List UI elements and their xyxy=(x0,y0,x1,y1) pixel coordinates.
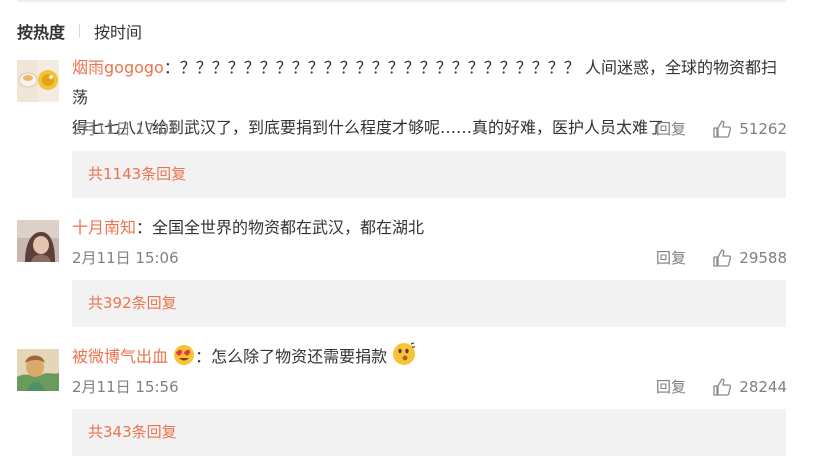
comment-username[interactable]: 十月南知 xyxy=(72,218,136,237)
comment-colon: ： xyxy=(136,218,153,237)
sort-by-hot-tab[interactable]: 按热度 xyxy=(17,19,65,43)
sort-separator xyxy=(79,24,81,38)
heart-eyes-emoji-icon xyxy=(173,344,195,376)
comment-timestamp: 2月11日 15:06 xyxy=(72,249,179,267)
like-count: 29588 xyxy=(739,249,787,267)
comment-colon: ： xyxy=(163,58,180,77)
comment-text: 十月南知：全国全世界的物资都在武汉，都在湖北 xyxy=(72,213,787,243)
comment-username[interactable]: 被微博气出血 xyxy=(72,347,168,366)
thumbs-up-icon xyxy=(713,120,732,138)
reply-button[interactable]: 回复 xyxy=(656,376,686,398)
comment-meta: 2月11日 17:08 回复 51262 xyxy=(72,118,787,140)
comment-username[interactable]: 烟雨gogogo xyxy=(72,58,164,77)
top-divider xyxy=(17,0,786,2)
avatar[interactable] xyxy=(17,60,59,102)
like-button[interactable]: 51262 xyxy=(713,118,787,140)
sort-by-time-tab[interactable]: 按时间 xyxy=(94,19,142,43)
sort-bar: 按热度 按时间 xyxy=(17,20,142,42)
like-button[interactable]: 28244 xyxy=(713,376,787,398)
view-replies-link[interactable]: 共343条回复 xyxy=(88,409,177,456)
comment-body: 怎么除了物资还需要捐款 xyxy=(211,347,388,366)
like-count: 51262 xyxy=(739,120,787,138)
comment-meta: 2月11日 15:06 回复 29588 xyxy=(72,247,787,269)
reply-summary-box: 共343条回复 xyxy=(72,409,786,456)
reply-summary-box: 共392条回复 xyxy=(72,280,786,327)
like-count: 28244 xyxy=(739,378,787,396)
comment-meta: 2月11日 15:56 回复 28244 xyxy=(72,376,787,398)
reply-button[interactable]: 回复 xyxy=(656,118,686,140)
comment-text: 被微博气出血 ：怎么除了物资还需要捐款 xyxy=(72,342,787,376)
reply-summary-box: 共1143条回复 xyxy=(72,151,786,198)
avatar[interactable] xyxy=(17,220,59,262)
view-replies-link[interactable]: 共1143条回复 xyxy=(88,151,186,198)
view-replies-link[interactable]: 共392条回复 xyxy=(88,280,177,327)
comment-timestamp: 2月11日 17:08 xyxy=(72,120,179,138)
thumbs-up-icon xyxy=(713,378,732,396)
comment-timestamp: 2月11日 15:56 xyxy=(72,378,179,396)
thumbs-up-icon xyxy=(713,249,732,267)
like-button[interactable]: 29588 xyxy=(713,247,787,269)
comment-colon: ： xyxy=(195,347,212,366)
avatar[interactable] xyxy=(17,349,59,391)
thinking-face-emoji-icon xyxy=(392,342,416,376)
comment-body: 全国全世界的物资都在武汉，都在湖北 xyxy=(152,218,425,237)
reply-button[interactable]: 回复 xyxy=(656,247,686,269)
